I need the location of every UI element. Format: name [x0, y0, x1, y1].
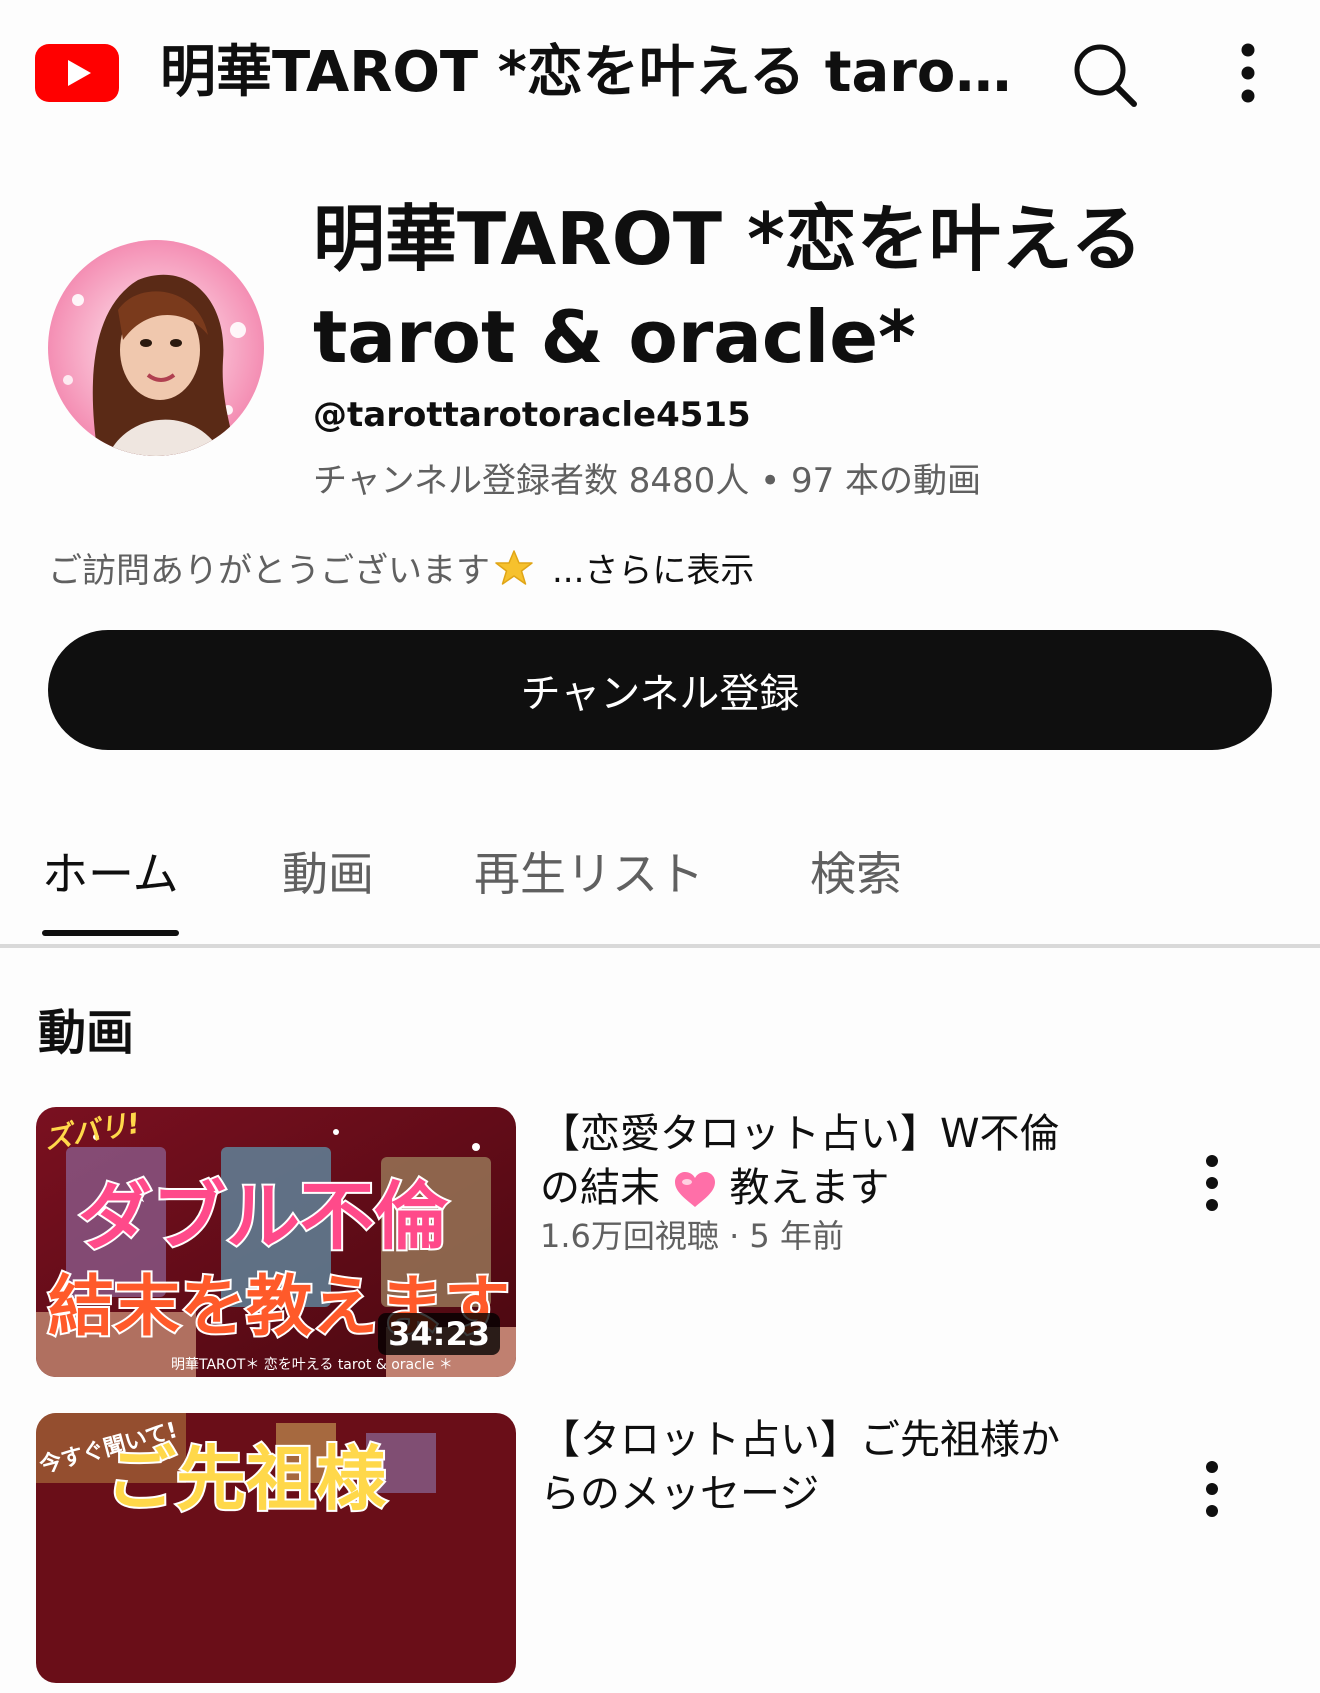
more-vert-icon[interactable] [1225, 42, 1271, 104]
tab-label: 検索 [810, 847, 902, 901]
more-vert-icon[interactable] [1192, 1459, 1232, 1519]
tab-videos[interactable]: 動画 [282, 838, 374, 938]
channel-avatar[interactable] [48, 240, 264, 456]
top-app-bar: 明華TAROT *恋を叶える tarot & oracle* [0, 0, 1320, 150]
video-title-line1: 【タロット占い】ご先祖様か [540, 1417, 1060, 1463]
tab-label: 再生リスト [474, 847, 704, 901]
tab-search[interactable]: 検索 [810, 838, 902, 938]
star-icon [495, 549, 533, 585]
tab-home[interactable]: ホーム [42, 838, 179, 938]
description-text: ご訪問ありがとうございます [48, 551, 490, 591]
channel-tabs: ホーム 動画 再生リスト 検索 [0, 820, 1320, 948]
channel-description[interactable]: ご訪問ありがとうございます ...さらに表示 [48, 543, 754, 592]
video-duration: 34:23 [378, 1313, 500, 1355]
video-title[interactable]: 【恋愛タロット占い】W不倫 の結末 教えます [540, 1107, 1100, 1215]
show-more-link[interactable]: ...さらに表示 [552, 543, 754, 592]
tab-label: 動画 [282, 847, 374, 901]
video-title-line1: 【恋愛タロット占い】W不倫 [540, 1111, 1060, 1157]
subscribe-button[interactable]: チャンネル登録 [48, 630, 1272, 750]
channel-handle: @tarottarotoracle4515 [313, 395, 751, 435]
video-meta: 1.6万回視聴 · 5 年前 [540, 1217, 844, 1255]
tab-playlists[interactable]: 再生リスト [474, 838, 704, 938]
channel-name: 明華TAROT *恋を叶える tarot & oracle* [313, 197, 1143, 379]
video-item[interactable]: 今すぐ聞いて! ご先祖様 【タロット占い】ご先祖様か らのメッセージ [0, 1413, 1320, 1693]
video-title[interactable]: 【タロット占い】ご先祖様か らのメッセージ [540, 1413, 1100, 1521]
active-tab-indicator [42, 930, 179, 936]
video-title-line2a: らのメッセージ [540, 1471, 820, 1517]
thumb-text-main: ダブル不倫 [78, 1174, 449, 1260]
thumb-text-main: ご先祖様 [106, 1438, 387, 1520]
channel-stats: チャンネル登録者数 8480人 • 97 本の動画 [313, 461, 982, 501]
video-thumbnail[interactable]: 今すぐ聞いて! ご先祖様 [36, 1413, 516, 1683]
video-item[interactable]: ズバリ! ダブル不倫 結末を教えます 明華TAROT＊ 恋を叶える tarot … [0, 1107, 1320, 1387]
tab-label: ホーム [42, 847, 179, 901]
thumb-footer: 明華TAROT＊ 恋を叶える tarot & oracle ＊ [171, 1356, 453, 1373]
video-title-line2b: 教えます [729, 1165, 890, 1211]
heart-icon [674, 1172, 715, 1207]
more-vert-icon[interactable] [1192, 1153, 1232, 1213]
search-icon[interactable] [1070, 40, 1140, 110]
header-title: 明華TAROT *恋を叶える tarot & oracle* [160, 40, 1030, 105]
video-title-line2a: の結末 [540, 1165, 660, 1211]
youtube-logo-icon[interactable] [35, 44, 119, 102]
video-thumbnail[interactable]: ズバリ! ダブル不倫 結末を教えます 明華TAROT＊ 恋を叶える tarot … [36, 1107, 516, 1377]
section-title: 動画 [38, 1005, 135, 1061]
